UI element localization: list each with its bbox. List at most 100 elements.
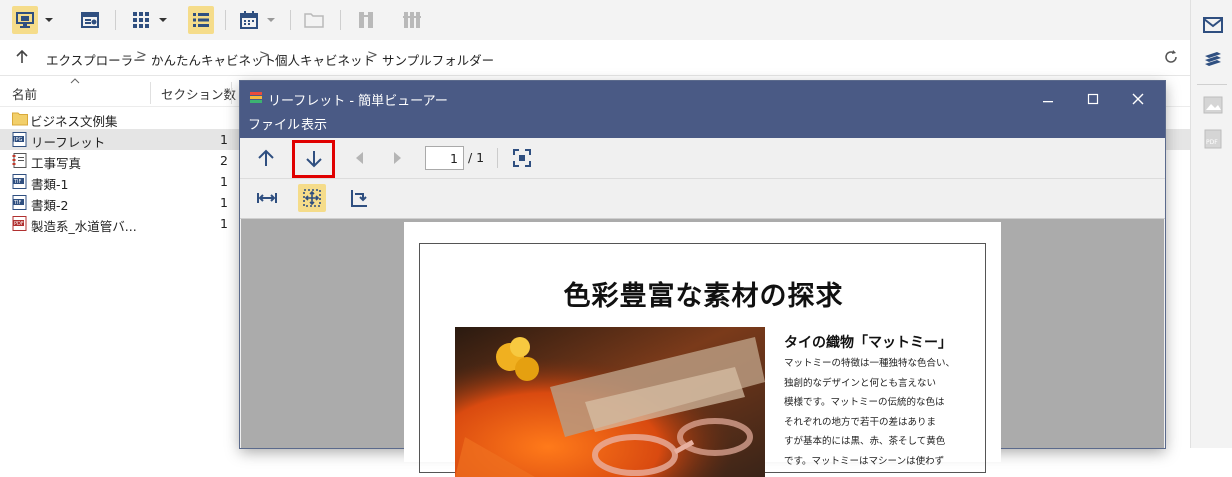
section-count: 1	[220, 132, 228, 147]
pdf-icon: PDF	[1204, 129, 1222, 149]
breadcrumb-item-personal-cabinet[interactable]: 個人キャビネット	[275, 50, 375, 69]
arrow-up-icon	[16, 49, 28, 63]
breadcrumb-item-sample-folder[interactable]: サンプルフォルダー	[382, 50, 494, 69]
page-frame: 色彩豊富な素材の探求 タイの織物「マットミー」 マットミーの特徴は一種独特な色合…	[419, 243, 986, 477]
view-mode-dropdown[interactable]	[42, 6, 56, 34]
column-header-name[interactable]: 名前	[12, 84, 37, 103]
chevron-down-icon	[159, 18, 167, 22]
page-current: 1	[450, 151, 458, 166]
side-panel: PDF	[1190, 0, 1232, 448]
document-body-line: 模様です。マットミーの伝統的な色は	[784, 397, 945, 408]
calendar-button[interactable]	[237, 6, 261, 34]
close-button[interactable]	[1126, 91, 1150, 107]
stacked-documents-icon	[1205, 52, 1221, 66]
minimize-icon	[1043, 101, 1053, 103]
document-body-line: 独創的なデザインと何とも言えない	[784, 378, 937, 389]
easy-viewer-window: リーフレット - 簡単ビューアー ファイル 表示 1 / 1 色彩豊富な素材の探…	[240, 81, 1165, 477]
triangle-right-icon	[394, 152, 401, 164]
arrow-up-icon	[258, 149, 274, 166]
file-name: リーフレット	[31, 135, 106, 150]
calendar-dropdown[interactable]	[264, 6, 278, 34]
list-icon	[193, 13, 209, 27]
viewer-toolbar-zoom	[240, 179, 1165, 219]
section-count: 1	[220, 216, 228, 231]
maximize-button[interactable]	[1081, 91, 1105, 107]
thumbnail-view-dropdown[interactable]	[156, 6, 170, 34]
image-convert-button[interactable]	[1203, 96, 1223, 114]
next-document-button[interactable]	[292, 140, 335, 178]
minimize-button[interactable]	[1036, 91, 1060, 107]
rotate-button[interactable]	[349, 188, 369, 208]
svg-text:TIF: TIF	[13, 179, 22, 185]
breadcrumb-separator: >	[259, 48, 270, 63]
toolbar-divider	[497, 148, 498, 168]
monitor-view-icon	[16, 12, 34, 28]
tiff-file-icon: TIF	[12, 195, 27, 210]
refresh-button[interactable]	[1163, 49, 1179, 65]
fit-width-icon	[257, 193, 277, 203]
chevron-down-icon	[267, 18, 275, 22]
document-body-line: マットミーの特徴は一種独特な色合い、	[784, 358, 956, 369]
viewer-title: リーフレット - 簡単ビューアー	[268, 94, 448, 109]
column-divider	[231, 82, 232, 104]
properties-button[interactable]	[78, 6, 102, 34]
merge-icon	[403, 12, 421, 28]
tiff-file-icon: TIF	[12, 174, 27, 189]
fullscreen-button[interactable]	[512, 148, 532, 168]
next-page-button[interactable]	[393, 151, 403, 165]
menu-view[interactable]: 表示	[301, 114, 327, 133]
pdf-file-icon: PDF	[12, 216, 27, 231]
fit-page-button[interactable]	[298, 184, 326, 212]
app-logo-icon	[250, 92, 262, 103]
breadcrumb-item-easy-cabinet[interactable]: かんたんキャビネット	[151, 50, 276, 69]
document-body-line: すが基本的には黒、赤、茶そして黄色	[784, 436, 946, 447]
document-body-line: それぞれの地方で若干の差はありま	[784, 417, 937, 428]
svg-text:TIF: TIF	[13, 200, 22, 206]
previous-page-button[interactable]	[354, 151, 364, 165]
document-body-line: です。マットミーはマシーンは使わず	[784, 456, 945, 467]
jpeg-file-icon: JPG	[12, 132, 27, 147]
svg-text:PDF: PDF	[14, 221, 24, 227]
page-total: / 1	[468, 150, 485, 165]
folder-icon	[304, 13, 324, 28]
breadcrumb-separator: >	[136, 48, 147, 63]
view-mode-button[interactable]	[12, 6, 38, 34]
properties-icon	[81, 12, 99, 28]
mail-button[interactable]	[1203, 17, 1223, 33]
up-folder-button[interactable]	[14, 49, 30, 65]
side-divider	[1197, 84, 1227, 85]
column-header-section-count[interactable]: セクション数	[161, 84, 236, 103]
mail-icon	[1203, 17, 1223, 33]
document-heading: 色彩豊富な素材の探求	[563, 281, 844, 312]
triangle-left-icon	[356, 152, 363, 164]
section-count: 1	[220, 174, 228, 189]
pdf-convert-button[interactable]: PDF	[1203, 129, 1223, 149]
page-number-input[interactable]: 1	[425, 146, 464, 170]
new-folder-button[interactable]	[302, 6, 326, 34]
svg-text:PDF: PDF	[1206, 139, 1218, 146]
section-count: 1	[220, 195, 228, 210]
image-icon	[1203, 96, 1223, 114]
breadcrumb-item-explorer[interactable]: エクスプローラー	[46, 50, 146, 69]
file-name: 工事写真	[31, 156, 82, 171]
previous-document-button[interactable]	[256, 148, 276, 168]
menu-file[interactable]: ファイル	[248, 114, 300, 133]
leaflet-photo	[455, 327, 765, 477]
thumbnail-view-button[interactable]	[129, 6, 153, 34]
merge-button[interactable]	[400, 6, 424, 34]
column-divider	[150, 82, 151, 104]
fullscreen-icon	[513, 149, 531, 167]
viewer-titlebar: リーフレット - 簡単ビューアー ファイル 表示	[240, 81, 1165, 138]
grid-icon	[133, 12, 149, 28]
fit-width-button[interactable]	[256, 188, 278, 208]
breadcrumb-separator: >	[367, 48, 378, 63]
refresh-icon	[1165, 50, 1177, 63]
stack-button[interactable]	[1203, 50, 1223, 70]
calendar-icon	[240, 11, 258, 29]
list-view-button[interactable]	[188, 6, 214, 34]
split-button[interactable]	[354, 6, 378, 34]
toolbar-divider	[115, 10, 116, 30]
viewer-toolbar-navigation: 1 / 1	[240, 138, 1165, 179]
document-subheading: タイの織物「マットミー」	[784, 335, 952, 351]
split-icon	[359, 12, 373, 28]
